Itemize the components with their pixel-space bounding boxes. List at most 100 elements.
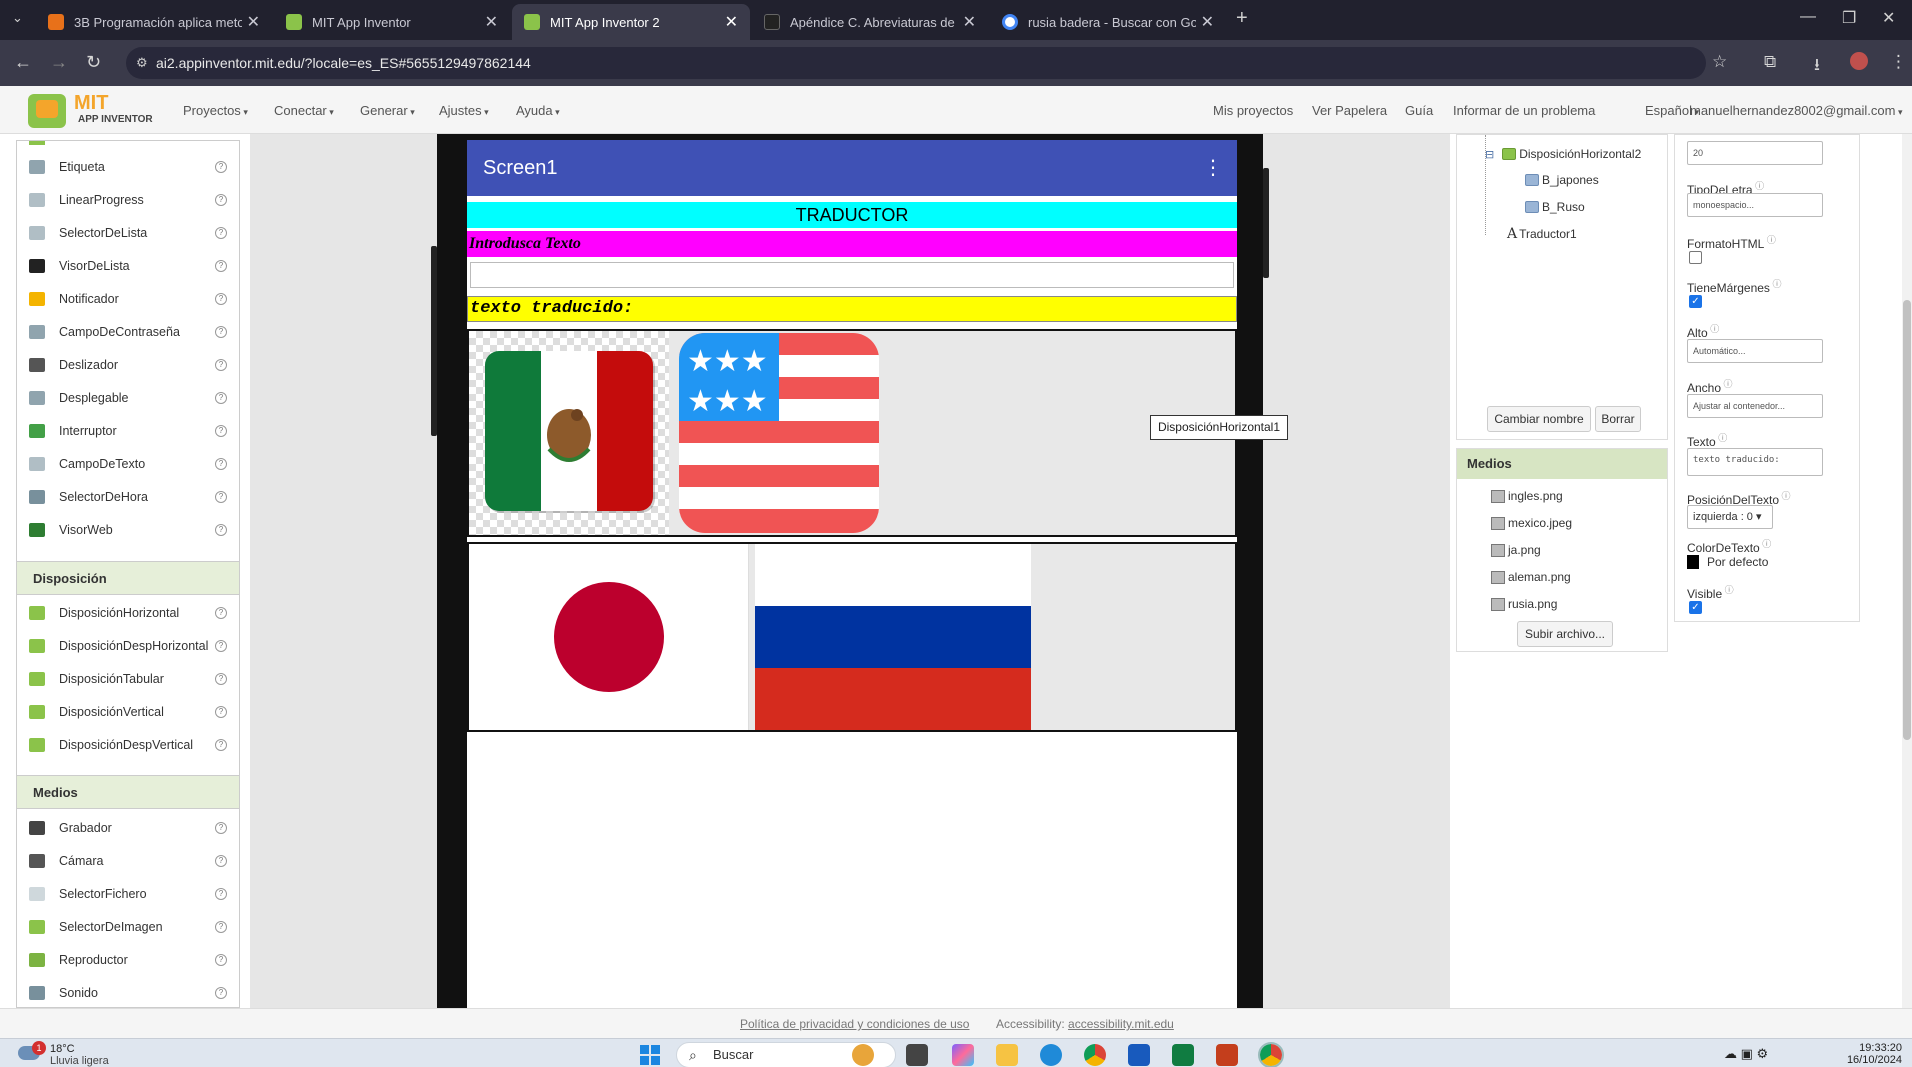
link-ver-papelera[interactable]: Ver Papelera — [1312, 103, 1387, 118]
menu-proyectos[interactable]: Proyectos — [183, 103, 248, 118]
horizontal-arrangement-1[interactable]: ★★★ ★★★ — [467, 329, 1237, 537]
input-label[interactable]: Introdusca Texto — [467, 231, 1237, 257]
palette-item-selectorfichero[interactable]: SelectorFichero? — [17, 877, 239, 910]
text-color-value[interactable]: Por defecto — [1707, 555, 1768, 569]
palette-item-disposiciónhorizontal[interactable]: DisposiciónHorizontal? — [17, 596, 239, 629]
collapse-icon[interactable]: ⊟ — [1485, 148, 1494, 161]
tab-search-icon[interactable]: ⌄ — [12, 10, 23, 26]
palette-item-disposiciónvertical[interactable]: DisposiciónVertical? — [17, 695, 239, 728]
palette-item-desplegable[interactable]: Desplegable? — [17, 381, 239, 414]
download-icon[interactable]: ⭳ — [1814, 52, 1820, 81]
palette-section-disposicion[interactable]: Disposición — [17, 561, 239, 595]
help-icon[interactable]: ? — [215, 953, 227, 966]
help-icon[interactable]: ? — [215, 887, 227, 900]
browser-tab-1[interactable]: 3B Programación aplica metodo ✕ — [36, 4, 272, 40]
font-typeface-selector[interactable]: monoespacio... — [1687, 193, 1823, 217]
help-icon[interactable]: ? — [215, 325, 227, 338]
palette-item-sonido[interactable]: Sonido? — [17, 976, 239, 1007]
scrollbar-thumb[interactable] — [1903, 300, 1911, 740]
close-tab-icon[interactable]: ✕ — [247, 12, 260, 32]
help-icon[interactable]: ? — [215, 193, 227, 206]
help-icon[interactable]: ? — [215, 738, 227, 751]
link-guia[interactable]: Guía — [1405, 103, 1433, 118]
restore-icon[interactable]: ❐ — [1842, 8, 1856, 28]
app-inventor-logo[interactable]: MIT APP INVENTOR — [28, 92, 158, 128]
palette-item-notificador[interactable]: Notificador? — [17, 282, 239, 315]
palette-item-visorweb[interactable]: VisorWeb? — [17, 513, 239, 546]
has-margins-checkbox[interactable]: ✓ — [1689, 295, 1702, 308]
powerpoint-icon[interactable] — [1216, 1044, 1238, 1066]
help-icon[interactable]: ? — [215, 705, 227, 718]
menu-generar[interactable]: Generar — [360, 103, 415, 118]
chrome-icon[interactable] — [1084, 1044, 1106, 1066]
width-selector[interactable]: Ajustar al contenedor... — [1687, 394, 1823, 418]
palette-item-campodetexto[interactable]: CampoDeTexto? — [17, 447, 239, 480]
help-icon[interactable]: ? — [215, 672, 227, 685]
tree-node-b-ruso[interactable]: B_Ruso — [1525, 200, 1585, 214]
media-file-item[interactable]: ja.png — [1491, 543, 1541, 557]
japan-flag-button[interactable] — [469, 544, 749, 730]
browser-tab-2[interactable]: MIT App Inventor ✕ — [274, 4, 510, 40]
height-selector[interactable]: Automático... — [1687, 339, 1823, 363]
help-icon[interactable]: ? — [215, 490, 227, 503]
html-format-checkbox[interactable] — [1689, 251, 1702, 264]
palette-item-grabador[interactable]: Grabador? — [17, 811, 239, 844]
usa-flag-button[interactable]: ★★★ ★★★ — [679, 331, 879, 535]
palette-item-reproductor[interactable]: Reproductor? — [17, 943, 239, 976]
link-mis-proyectos[interactable]: Mis proyectos — [1213, 103, 1293, 118]
site-info-icon[interactable]: ⚙ — [136, 47, 148, 79]
task-view-icon[interactable] — [906, 1044, 928, 1066]
traductor-title-label[interactable]: TRADUCTOR — [467, 202, 1237, 228]
help-icon[interactable]: ? — [215, 986, 227, 999]
link-informar-problema[interactable]: Informar de un problema — [1453, 103, 1595, 118]
text-color-swatch[interactable] — [1687, 555, 1699, 569]
menu-conectar[interactable]: Conectar — [274, 103, 334, 118]
widget-icon[interactable] — [852, 1044, 874, 1066]
profile-avatar[interactable] — [1850, 52, 1868, 70]
palette-item-selectordeimagen[interactable]: SelectorDeImagen? — [17, 910, 239, 943]
palette-section-medios[interactable]: Medios — [17, 775, 239, 809]
forward-icon[interactable]: → — [50, 52, 68, 73]
overflow-menu-icon[interactable]: ⋮ — [1203, 140, 1223, 196]
tree-node-disposicionhorizontal2[interactable]: ⊟ DisposiciónHorizontal2 — [1485, 147, 1641, 161]
new-tab-button[interactable]: + — [1236, 7, 1248, 30]
palette-item-disposicióntabular[interactable]: DisposiciónTabular? — [17, 662, 239, 695]
chrome-active-icon[interactable] — [1258, 1042, 1284, 1067]
help-icon[interactable]: ? — [215, 259, 227, 272]
reload-icon[interactable]: ↻ — [86, 52, 101, 73]
palette-item-disposicióndesphorizontal[interactable]: DisposiciónDespHorizontal? — [17, 629, 239, 662]
bookmark-star-icon[interactable]: ☆ — [1712, 52, 1727, 72]
tree-node-traductor1[interactable]: A Traductor1 — [1507, 226, 1577, 242]
palette-item-cámara[interactable]: Cámara? — [17, 844, 239, 877]
palette-item-selectordehora[interactable]: SelectorDeHora? — [17, 480, 239, 513]
palette-item-disposicióndespvertical[interactable]: DisposiciónDespVertical? — [17, 728, 239, 761]
menu-icon[interactable]: ⋮ — [1890, 52, 1907, 72]
file-explorer-icon[interactable] — [996, 1044, 1018, 1066]
palette-item-linearprogress[interactable]: LinearProgress? — [17, 183, 239, 216]
weather-widget[interactable]: 1 18°C Lluvia ligera — [18, 1041, 118, 1067]
output-label[interactable]: texto traducido: — [467, 296, 1237, 322]
help-icon[interactable]: ? — [215, 920, 227, 933]
upload-file-button[interactable]: Subir archivo... — [1517, 621, 1613, 647]
clock[interactable]: 19:33:20 16/10/2024 — [1847, 1042, 1902, 1066]
palette-item-deslizador[interactable]: Deslizador? — [17, 348, 239, 381]
help-icon[interactable]: ? — [215, 854, 227, 867]
mexico-flag-button[interactable] — [469, 331, 669, 535]
edge-icon[interactable] — [1040, 1044, 1062, 1066]
palette-item-interruptor[interactable]: Interruptor? — [17, 414, 239, 447]
close-tab-icon[interactable]: ✕ — [485, 12, 498, 32]
windows-start-icon[interactable] — [640, 1045, 660, 1065]
copilot-icon[interactable] — [952, 1044, 974, 1066]
accessibility-link[interactable]: accessibility.mit.edu — [1068, 1017, 1174, 1031]
word-icon[interactable] — [1128, 1044, 1150, 1066]
delete-button[interactable]: Borrar — [1595, 406, 1641, 432]
visible-checkbox[interactable]: ✓ — [1689, 601, 1702, 614]
help-icon[interactable]: ? — [215, 606, 227, 619]
russia-flag-button[interactable] — [755, 544, 1031, 730]
help-icon[interactable]: ? — [215, 160, 227, 173]
help-icon[interactable]: ? — [215, 821, 227, 834]
extensions-icon[interactable]: ⧉ — [1764, 52, 1776, 72]
help-icon[interactable]: ? — [215, 391, 227, 404]
help-icon[interactable]: ? — [215, 523, 227, 536]
close-tab-icon[interactable]: ✕ — [1201, 12, 1214, 32]
